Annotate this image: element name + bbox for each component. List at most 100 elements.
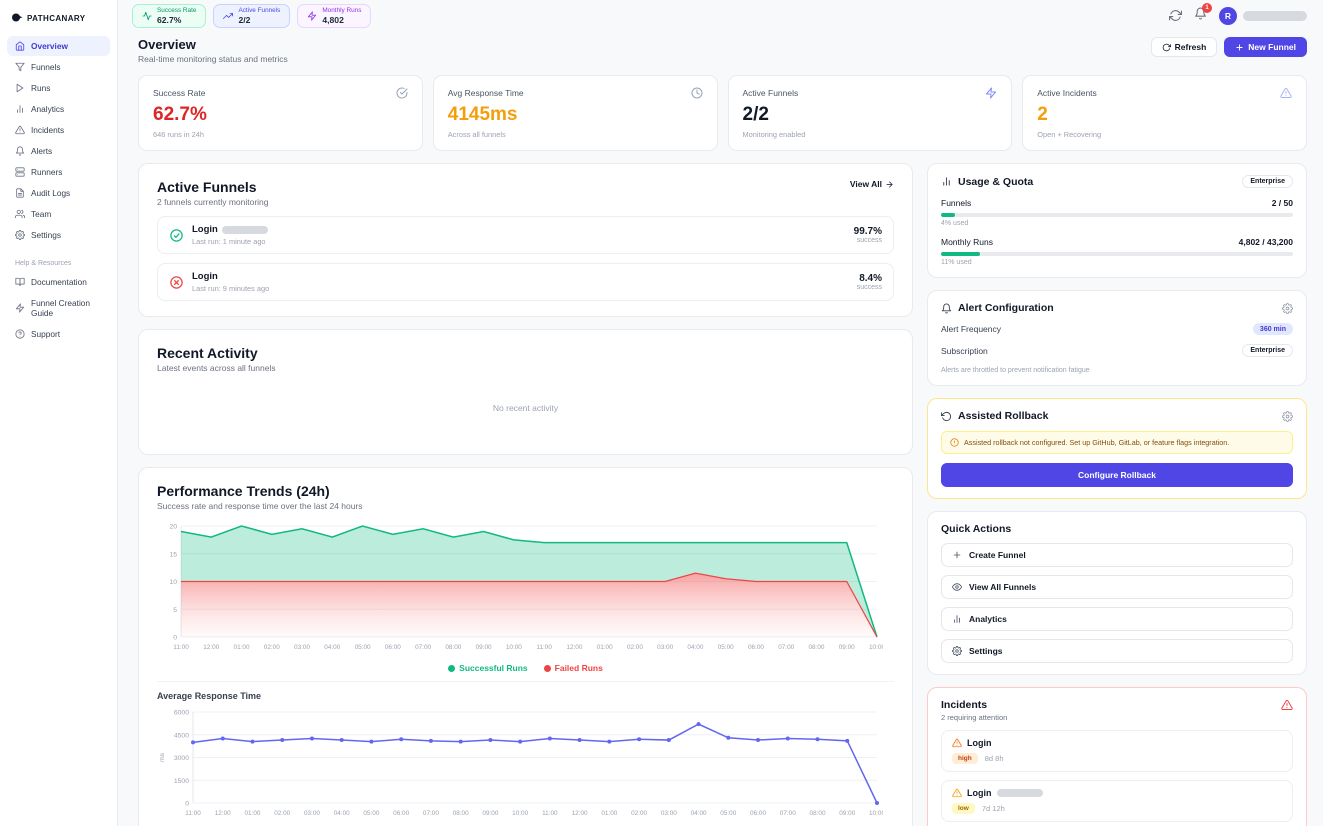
sidebar-item-runners[interactable]: Runners <box>7 162 110 182</box>
alert-triangle-icon <box>1281 699 1293 711</box>
funnel-success-rate: 99.7% <box>854 226 882 237</box>
svg-text:05:00: 05:00 <box>363 810 379 817</box>
svg-text:06:00: 06:00 <box>748 644 764 651</box>
alert-triangle-icon <box>1280 87 1292 99</box>
funnel-row[interactable]: Login Last run: 1 minute ago 99.7% succe… <box>157 216 894 254</box>
sidebar-item-funnel-creation-guide[interactable]: Funnel Creation Guide <box>7 293 110 323</box>
svg-text:07:00: 07:00 <box>415 644 431 651</box>
subscription-badge: Enterprise <box>1242 344 1293 357</box>
status-error-icon <box>169 275 184 290</box>
view-all-link[interactable]: View All <box>850 179 894 189</box>
quick-action-label: View All Funnels <box>969 582 1036 592</box>
svg-text:04:00: 04:00 <box>334 810 350 817</box>
stat-label: Success Rate <box>153 88 205 98</box>
app-root: PATHCANARY Overview Funnels Runs Analyti… <box>0 0 1323 826</box>
usage-row-monthly-runs: Monthly Runs 4,802 / 43,200 11% used <box>941 237 1293 266</box>
sidebar-item-support[interactable]: Support <box>7 324 110 344</box>
svg-text:20: 20 <box>169 524 177 531</box>
book-icon <box>15 277 25 287</box>
create-funnel-button[interactable]: Create Funnel <box>941 543 1293 567</box>
stat-sub: Across all funnels <box>448 130 703 139</box>
page-subtitle: Real-time monitoring status and metrics <box>138 54 288 64</box>
filter-icon <box>15 62 25 72</box>
alert-triangle-icon <box>15 125 25 135</box>
funnel-row[interactable]: Login Last run: 9 minutes ago 8.4% succe… <box>157 263 894 301</box>
refresh-icon <box>1162 43 1171 52</box>
topbar: Success Rate 62.7% Active Funnels 2/2 Mo… <box>118 0 1323 28</box>
sidebar-item-label: Team <box>31 209 51 219</box>
monthly-runs-pill[interactable]: Monthly Runs 4,802 <box>297 4 371 28</box>
gear-icon[interactable] <box>1282 411 1293 422</box>
refresh-button[interactable]: Refresh <box>1151 37 1218 57</box>
play-icon <box>15 83 25 93</box>
stat-card-success-rate: Success Rate 62.7% 646 runs in 24h <box>138 75 423 151</box>
configure-rollback-button[interactable]: Configure Rollback <box>941 463 1293 487</box>
card-title: Active Funnels <box>157 179 269 195</box>
funnel-rate-label: success <box>857 284 882 291</box>
incident-name: Login <box>967 738 992 748</box>
pill-label: Monthly Runs <box>322 7 361 15</box>
quick-action-label: Analytics <box>969 614 1007 624</box>
svg-text:12:00: 12:00 <box>566 644 582 651</box>
success-rate-chart: 0510152011:0012:0001:0002:0003:0004:0005… <box>157 520 894 657</box>
svg-text:03:00: 03:00 <box>304 810 320 817</box>
severity-badge: high <box>952 753 978 764</box>
analytics-button[interactable]: Analytics <box>941 607 1293 631</box>
notifications-button[interactable]: 1 <box>1194 7 1207 25</box>
new-funnel-button[interactable]: New Funnel <box>1224 37 1307 57</box>
card-subtitle: 2 funnels currently monitoring <box>157 197 269 207</box>
severity-badge: low <box>952 803 975 814</box>
incident-item[interactable]: Login low 7d 12h <box>941 780 1293 822</box>
sidebar-item-analytics[interactable]: Analytics <box>7 99 110 119</box>
sidebar-item-funnels[interactable]: Funnels <box>7 57 110 77</box>
sidebar-item-settings[interactable]: Settings <box>7 225 110 245</box>
sidebar-item-label: Runners <box>31 167 62 177</box>
sidebar-item-documentation[interactable]: Documentation <box>7 272 110 292</box>
sidebar-item-audit-logs[interactable]: Audit Logs <box>7 183 110 203</box>
card-subtitle: 2 requiring attention <box>941 713 1007 722</box>
alert-config-note: Alerts are throttled to prevent notifica… <box>941 367 1293 374</box>
view-all-funnels-button[interactable]: View All Funnels <box>941 575 1293 599</box>
svg-text:09:00: 09:00 <box>476 644 492 651</box>
svg-text:11:00: 11:00 <box>536 644 552 651</box>
svg-text:04:00: 04:00 <box>691 810 707 817</box>
svg-text:12:00: 12:00 <box>203 644 219 651</box>
gear-icon[interactable] <box>1282 303 1293 314</box>
incident-item[interactable]: Login high 8d 8h <box>941 730 1293 772</box>
sidebar-item-alerts[interactable]: Alerts <box>7 141 110 161</box>
settings-button[interactable]: Settings <box>941 639 1293 663</box>
users-icon <box>15 209 25 219</box>
configure-rollback-label: Configure Rollback <box>1078 470 1156 480</box>
card-title: Alert Configuration <box>958 302 1054 314</box>
card-title: Quick Actions <box>941 523 1293 535</box>
pill-value: 62.7% <box>157 15 196 25</box>
svg-text:10: 10 <box>169 579 177 586</box>
alert-triangle-icon <box>952 788 962 798</box>
sidebar-item-label: Alerts <box>31 146 52 156</box>
svg-text:07:00: 07:00 <box>780 810 796 817</box>
sidebar-item-incidents[interactable]: Incidents <box>7 120 110 140</box>
active-funnels-pill[interactable]: Active Funnels 2/2 <box>213 4 290 28</box>
svg-text:01:00: 01:00 <box>234 644 250 651</box>
funnel-name: Login <box>192 224 218 235</box>
bar-chart-icon <box>941 176 952 187</box>
refresh-icon[interactable] <box>1169 9 1182 22</box>
card-title: Performance Trends (24h) <box>157 483 894 499</box>
svg-text:02:00: 02:00 <box>274 810 290 817</box>
sidebar-item-overview[interactable]: Overview <box>7 36 110 56</box>
zap-icon <box>15 303 25 313</box>
response-time-chart: 0150030004500600011:0012:0001:0002:0003:… <box>157 706 894 823</box>
sidebar: PATHCANARY Overview Funnels Runs Analyti… <box>0 0 118 826</box>
svg-text:05:00: 05:00 <box>718 644 734 651</box>
sidebar-item-runs[interactable]: Runs <box>7 78 110 98</box>
help-circle-icon <box>15 329 25 339</box>
sidebar-item-team[interactable]: Team <box>7 204 110 224</box>
chart-legend: Successful Runs Failed Runs <box>157 663 894 673</box>
user-menu[interactable]: R <box>1219 7 1307 25</box>
svg-text:02:00: 02:00 <box>627 644 643 651</box>
brand-logo[interactable]: PATHCANARY <box>7 8 110 36</box>
empty-state-text: No recent activity <box>157 373 894 439</box>
success-rate-pill[interactable]: Success Rate 62.7% <box>132 4 206 28</box>
content-header: Overview Real-time monitoring status and… <box>138 37 1307 64</box>
gear-icon <box>15 230 25 240</box>
